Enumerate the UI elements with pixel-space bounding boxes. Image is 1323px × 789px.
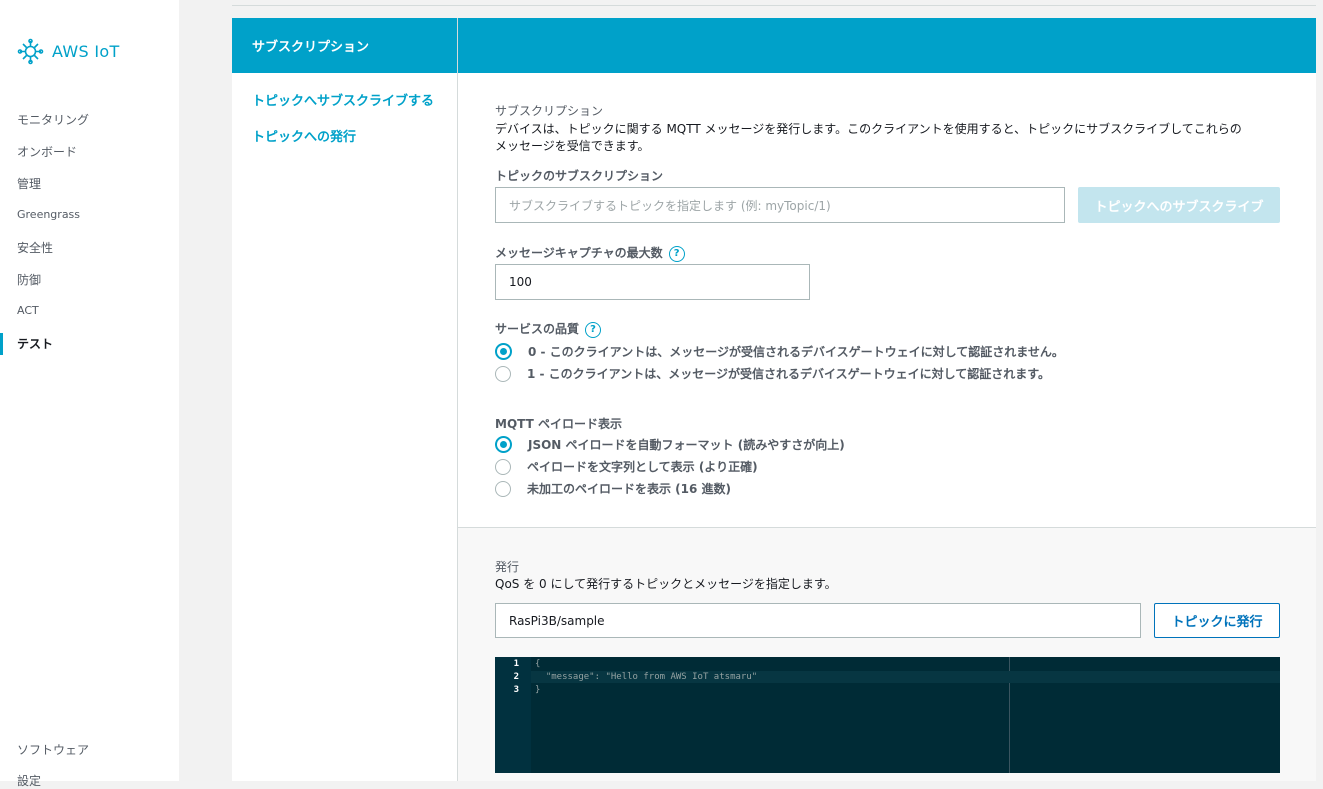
nav-item-defend[interactable]: 防御	[17, 271, 41, 288]
publish-to-topic-button[interactable]: トピックに発行	[1154, 603, 1280, 638]
payload-option-raw-label: 未加工のペイロードを表示 (16 進数)	[527, 482, 732, 496]
subscription-description-1: デバイスは、トピックに関する MQTT メッセージを発行します。このクライアント…	[495, 122, 1242, 136]
code-line[interactable]: {	[535, 659, 540, 669]
line-number: 1	[513, 659, 519, 669]
radio-unchecked-icon[interactable]	[495, 480, 511, 497]
payload-option-json[interactable]: JSON ペイロードを自動フォーマット (読みやすさが向上)	[495, 436, 845, 453]
test-subnav: サブスクリプション トピックへサブスクライブする トピックへの発行	[232, 18, 458, 781]
left-nav: AWS IoT モニタリング オンボード 管理 Greengrass 安全性 防…	[0, 0, 179, 788]
subnav-link-subscribe[interactable]: トピックへサブスクライブする	[252, 90, 434, 109]
topic-subscription-input[interactable]: サブスクライブするトピックを指定します (例: myTopic/1)	[495, 187, 1065, 223]
max-capture-label-text: メッセージキャプチャの最大数	[495, 246, 663, 260]
top-divider	[232, 5, 1316, 6]
message-code-editor[interactable]: 1 2 3 { "message": "Hello from AWS IoT a…	[495, 657, 1280, 773]
nav-item-act[interactable]: ACT	[17, 304, 39, 317]
subnav-link-publish[interactable]: トピックへの発行	[252, 126, 356, 145]
nav-item-test[interactable]: テスト	[17, 335, 53, 352]
help-icon[interactable]: ?	[585, 321, 602, 338]
payload-option-raw[interactable]: 未加工のペイロードを表示 (16 進数)	[495, 480, 731, 497]
nav-item-software[interactable]: ソフトウェア	[17, 741, 89, 758]
payload-option-string-label: ペイロードを文字列として表示 (より正確)	[527, 460, 758, 474]
iot-icon	[17, 38, 44, 65]
max-capture-label: メッセージキャプチャの最大数?	[495, 244, 685, 262]
nav-item-greengrass[interactable]: Greengrass	[17, 208, 80, 221]
qos-option-1[interactable]: 1 - このクライアントは、メッセージが受信されるデバイスゲートウェイに対して認…	[495, 365, 1050, 382]
payload-option-string[interactable]: ペイロードを文字列として表示 (より正確)	[495, 458, 758, 475]
publish-description: QoS を 0 にして発行するトピックとメッセージを指定します。	[495, 577, 837, 591]
publish-title: 発行	[495, 560, 520, 574]
radio-checked-icon[interactable]	[495, 343, 512, 360]
radio-checked-icon[interactable]	[495, 436, 512, 453]
qos-option-0-label: 0 - このクライアントは、メッセージが受信されるデバイスゲートウェイに対して認…	[528, 345, 1064, 359]
line-number: 3	[513, 685, 519, 695]
qos-option-1-label: 1 - このクライアントは、メッセージが受信されるデバイスゲートウェイに対して認…	[527, 367, 1051, 381]
nav-item-manage[interactable]: 管理	[17, 175, 41, 192]
nav-active-indicator	[0, 333, 3, 355]
radio-unchecked-icon[interactable]	[495, 365, 511, 382]
payload-display-label: MQTT ペイロード表示	[495, 417, 622, 431]
qos-label-text: サービスの品質	[495, 322, 580, 336]
publish-topic-input[interactable]: RasPi3B/sample	[495, 603, 1141, 638]
line-number: 2	[513, 672, 519, 682]
topic-subscription-label: トピックのサブスクリプション	[495, 169, 664, 183]
nav-item-monitoring[interactable]: モニタリング	[17, 111, 89, 128]
subscribe-to-topic-button[interactable]: トピックへのサブスクライブ	[1078, 187, 1280, 223]
logo-text: AWS IoT	[52, 42, 120, 61]
nav-item-onboard[interactable]: オンボード	[17, 143, 77, 160]
main-header-bar	[458, 18, 1316, 73]
aws-iot-logo[interactable]: AWS IoT	[17, 38, 120, 65]
code-line[interactable]: }	[535, 685, 540, 695]
radio-unchecked-icon[interactable]	[495, 458, 511, 475]
qos-label: サービスの品質?	[495, 320, 602, 338]
max-capture-input[interactable]: 100	[495, 264, 810, 300]
subnav-header: サブスクリプション	[232, 18, 457, 73]
payload-option-json-label: JSON ペイロードを自動フォーマット (読みやすさが向上)	[528, 438, 845, 452]
subscription-title: サブスクリプション	[495, 104, 604, 118]
subscription-description-2: メッセージを受信できます。	[495, 139, 650, 153]
nav-item-secure[interactable]: 安全性	[17, 239, 53, 256]
qos-option-0[interactable]: 0 - このクライアントは、メッセージが受信されるデバイスゲートウェイに対して認…	[495, 343, 1064, 360]
code-line[interactable]: "message": "Hello from AWS IoT atsmaru"	[535, 672, 757, 682]
help-icon[interactable]: ?	[668, 245, 685, 262]
